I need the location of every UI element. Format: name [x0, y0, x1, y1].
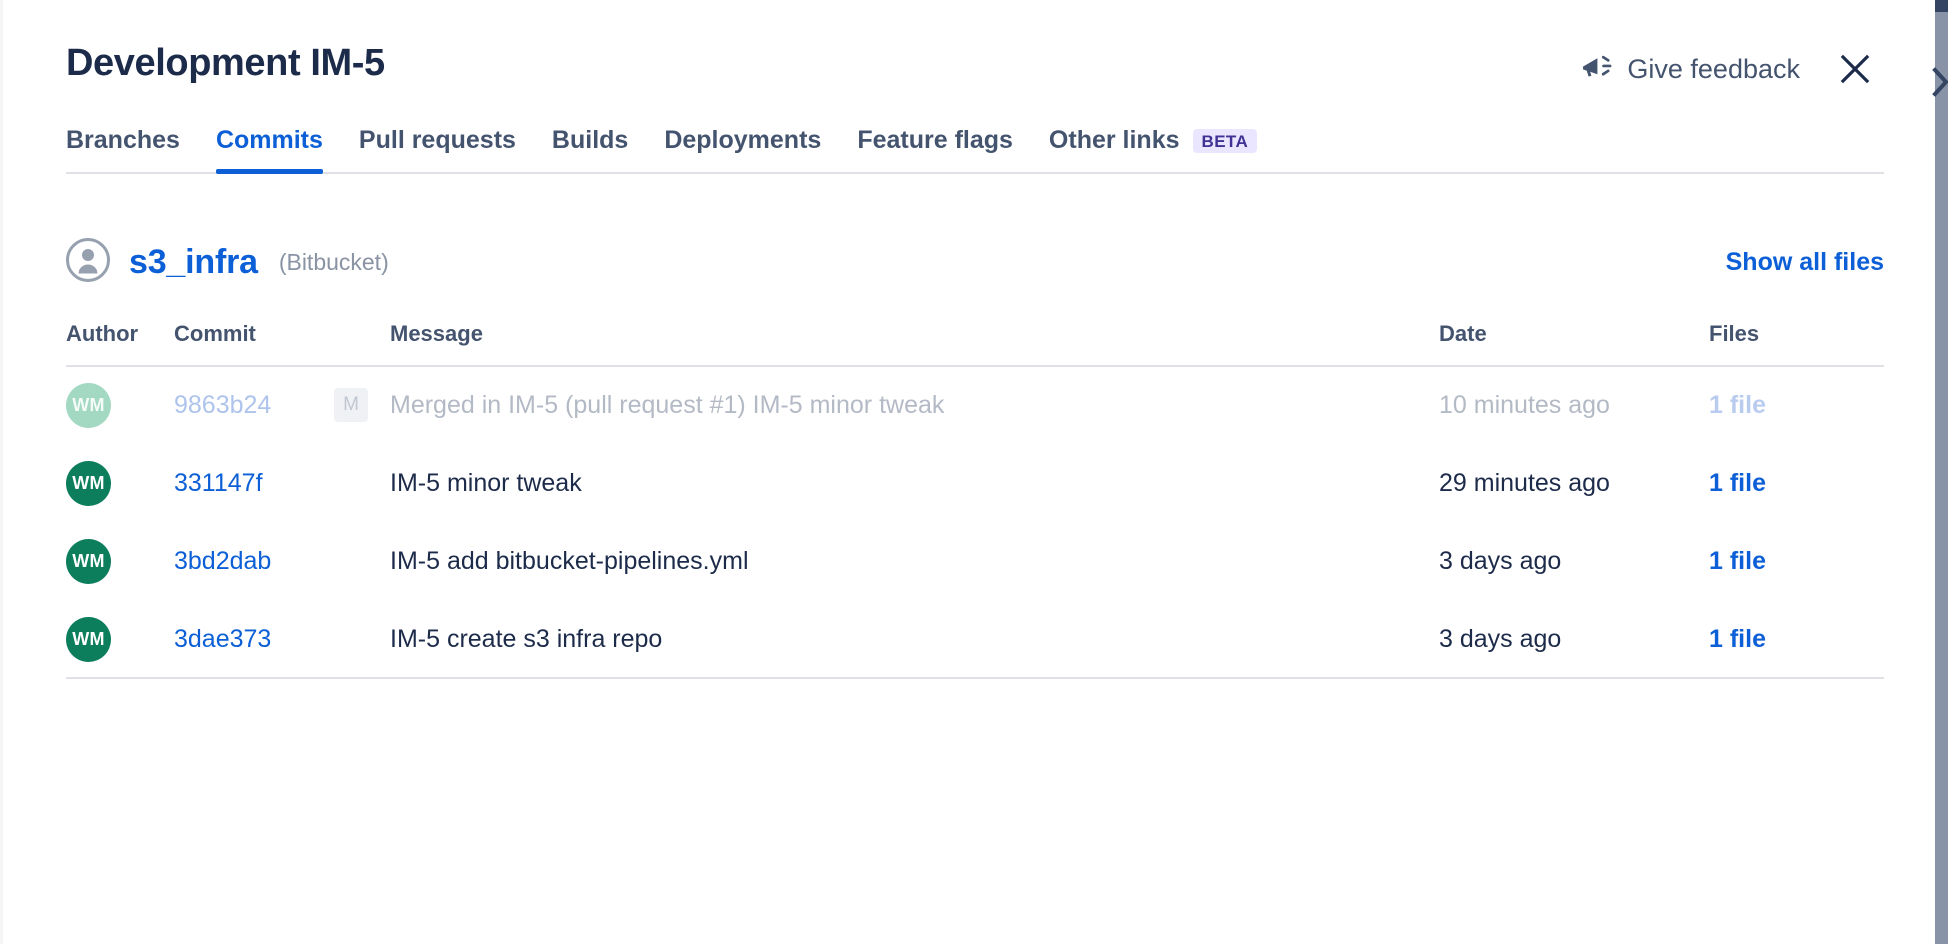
files-count-link[interactable]: 1 file — [1709, 391, 1766, 419]
table-row[interactable]: WM 3bd2dab IM-5 add bitbucket-pipelines.… — [66, 522, 1884, 600]
tab-bar-wrapper: Branches Commits Pull requests Builds De… — [0, 122, 1936, 174]
avatar: WM — [66, 461, 111, 506]
tab-label: Branches — [66, 126, 180, 155]
cell-date: 3 days ago — [1439, 522, 1709, 600]
chevron-right-icon[interactable] — [1932, 65, 1948, 99]
cell-files: 1 file — [1709, 600, 1884, 678]
repository-header: s3_infra (Bitbucket) Show all files — [66, 238, 1884, 287]
column-header-date: Date — [1439, 321, 1709, 366]
panel-content: s3_infra (Bitbucket) Show all files Auth… — [0, 238, 1936, 679]
column-header-files: Files — [1709, 321, 1884, 366]
files-count-link[interactable]: 1 file — [1709, 547, 1766, 575]
page-title: Development IM-5 — [66, 44, 385, 82]
cell-message: IM-5 create s3 infra repo — [390, 600, 1439, 678]
tab-pull-requests[interactable]: Pull requests — [359, 122, 516, 172]
person-circle-icon — [66, 238, 110, 287]
cell-message: IM-5 add bitbucket-pipelines.yml — [390, 522, 1439, 600]
tab-label: Deployments — [664, 126, 821, 155]
cell-files: 1 file — [1709, 522, 1884, 600]
commit-date: 29 minutes ago — [1439, 469, 1610, 497]
files-count-link[interactable]: 1 file — [1709, 625, 1766, 653]
cell-commit: 331147f — [174, 444, 390, 522]
column-header-commit: Commit — [174, 321, 390, 366]
tab-label: Builds — [552, 126, 628, 155]
merge-commit-badge: M — [334, 388, 368, 422]
tab-feature-flags[interactable]: Feature flags — [857, 122, 1013, 172]
panel-header: Development IM-5 Give feedback — [0, 0, 1936, 88]
commit-hash-link[interactable]: 331147f — [174, 469, 263, 497]
cell-author: WM — [66, 366, 174, 444]
cell-author: WM — [66, 522, 174, 600]
megaphone-icon — [1581, 54, 1613, 85]
commits-table-body: WM 9863b24 M Merged in IM-5 (pull reques… — [66, 366, 1884, 678]
tab-label: Feature flags — [857, 126, 1013, 155]
close-button[interactable] — [1836, 50, 1874, 88]
right-edge-rail-cap — [1935, 0, 1948, 12]
cell-author: WM — [66, 444, 174, 522]
repository-identity: s3_infra (Bitbucket) — [66, 238, 389, 287]
commit-hash-link[interactable]: 9863b24 — [174, 391, 271, 419]
repository-source-label: (Bitbucket) — [279, 249, 389, 276]
show-all-files-button[interactable]: Show all files — [1726, 248, 1884, 277]
give-feedback-label: Give feedback — [1627, 54, 1800, 85]
commit-message: Merged in IM-5 (pull request #1) IM-5 mi… — [390, 391, 944, 420]
tab-label: Commits — [216, 126, 323, 155]
cell-date: 3 days ago — [1439, 600, 1709, 678]
cell-message: IM-5 minor tweak — [390, 444, 1439, 522]
avatar: WM — [66, 383, 111, 428]
repository-name-link[interactable]: s3_infra — [129, 243, 258, 282]
table-row[interactable]: WM 9863b24 M Merged in IM-5 (pull reques… — [66, 366, 1884, 444]
column-header-author: Author — [66, 321, 174, 366]
tab-branches[interactable]: Branches — [66, 122, 180, 172]
cell-files: 1 file — [1709, 444, 1884, 522]
cell-commit: 3dae373 — [174, 600, 390, 678]
tab-other-links[interactable]: Other links BETA — [1049, 122, 1257, 172]
tab-deployments[interactable]: Deployments — [664, 122, 821, 172]
cell-commit: 3bd2dab — [174, 522, 390, 600]
commit-message: IM-5 minor tweak — [390, 469, 582, 498]
cell-date: 10 minutes ago — [1439, 366, 1709, 444]
avatar: WM — [66, 617, 111, 662]
cell-date: 29 minutes ago — [1439, 444, 1709, 522]
commit-message: IM-5 create s3 infra repo — [390, 625, 662, 654]
tab-bar: Branches Commits Pull requests Builds De… — [66, 122, 1884, 174]
files-count-link[interactable]: 1 file — [1709, 469, 1766, 497]
header-actions: Give feedback — [1579, 50, 1884, 88]
commit-date: 10 minutes ago — [1439, 391, 1610, 419]
commits-table-head: Author Commit Message Date Files — [66, 321, 1884, 366]
avatar: WM — [66, 539, 111, 584]
commit-hash-link[interactable]: 3bd2dab — [174, 547, 271, 575]
left-edge-strip — [0, 0, 3, 944]
beta-badge: BETA — [1193, 129, 1258, 153]
tab-label: Other links — [1049, 126, 1180, 155]
column-header-message: Message — [390, 321, 1439, 366]
commit-hash-link[interactable]: 3dae373 — [174, 625, 271, 653]
commits-table: Author Commit Message Date Files WM 9863… — [66, 321, 1884, 679]
cell-files: 1 file — [1709, 366, 1884, 444]
commit-message: IM-5 add bitbucket-pipelines.yml — [390, 547, 749, 576]
cell-author: WM — [66, 600, 174, 678]
table-row[interactable]: WM 3dae373 IM-5 create s3 infra repo 3 d… — [66, 600, 1884, 678]
cell-message: M Merged in IM-5 (pull request #1) IM-5 … — [390, 366, 1439, 444]
right-edge-rail[interactable] — [1935, 0, 1948, 944]
commit-date: 3 days ago — [1439, 547, 1561, 575]
tab-commits[interactable]: Commits — [216, 122, 323, 172]
give-feedback-button[interactable]: Give feedback — [1579, 52, 1802, 87]
commits-table-header-row: Author Commit Message Date Files — [66, 321, 1884, 366]
commit-date: 3 days ago — [1439, 625, 1561, 653]
tab-label: Pull requests — [359, 126, 516, 155]
table-row[interactable]: WM 331147f IM-5 minor tweak 29 minutes a… — [66, 444, 1884, 522]
close-icon — [1838, 52, 1872, 86]
tab-builds[interactable]: Builds — [552, 122, 628, 172]
development-panel: Development IM-5 Give feedback — [0, 0, 1936, 944]
